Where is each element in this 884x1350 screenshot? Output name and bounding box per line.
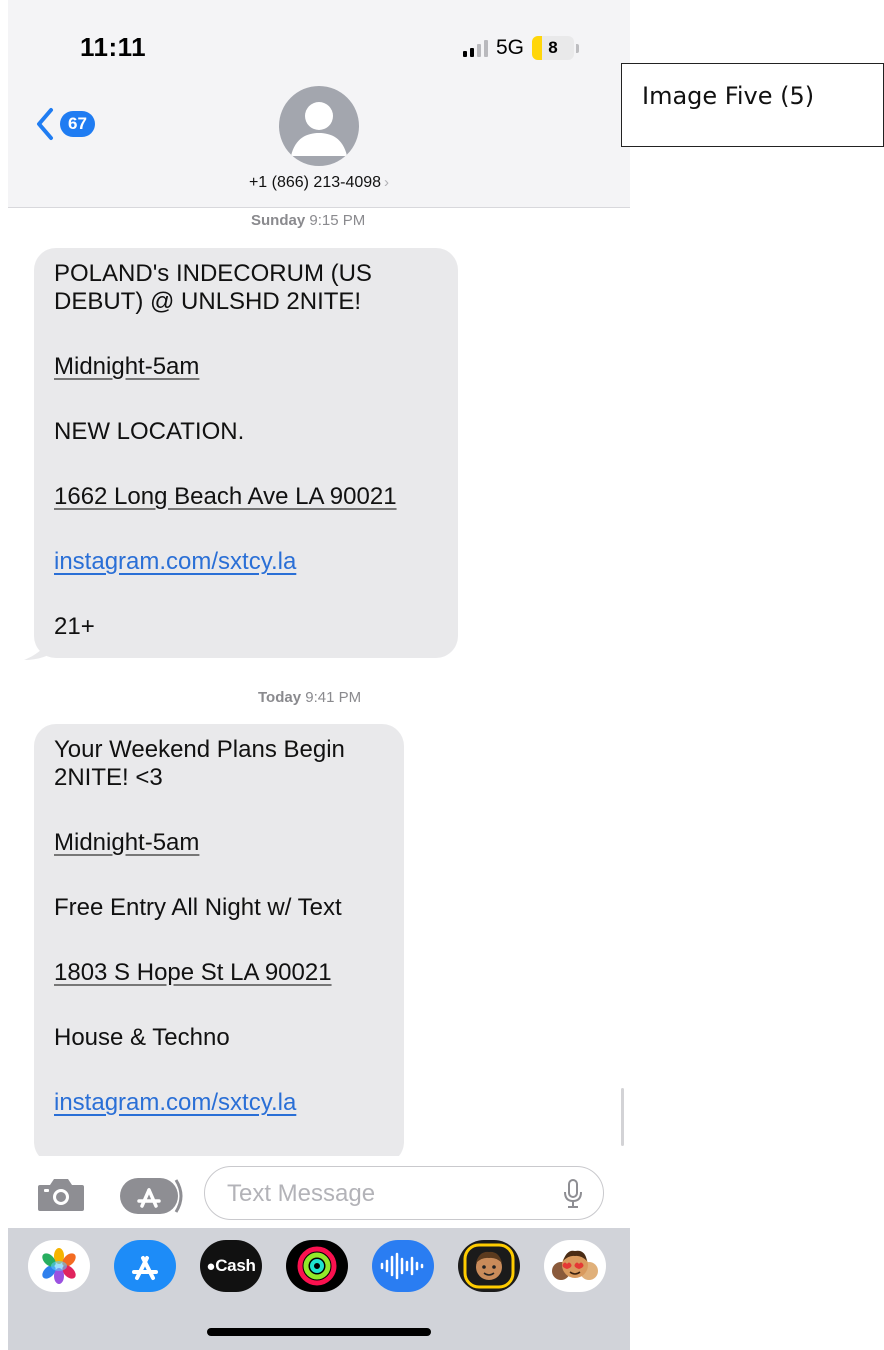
app-store-icon[interactable] bbox=[114, 1240, 176, 1292]
message-text: 1803 S Hope St LA 90021 bbox=[54, 959, 386, 987]
scroll-indicator[interactable] bbox=[621, 1088, 624, 1146]
message-text: NEW LOCATION. bbox=[54, 418, 245, 445]
status-time: 11:11 bbox=[80, 32, 147, 62]
status-indicators: 5G 8 bbox=[463, 34, 580, 62]
message-text: POLAND's INDECORUM (US DEBUT) @ UNLSHD 2… bbox=[54, 260, 372, 315]
message-timestamp: Today 9:41 PM bbox=[258, 689, 362, 706]
message-bubble-incoming[interactable]: Your Weekend Plans Begin 2NITE! <3 Midni… bbox=[34, 724, 404, 1164]
address-link[interactable]: 1662 Long Beach Ave LA 90021 bbox=[54, 483, 397, 510]
contact-number: +1 (866) 213-4098 bbox=[248, 174, 382, 191]
annotation-label: Image Five (5) bbox=[642, 82, 815, 110]
cash-app-icon[interactable]: ●Cash bbox=[200, 1240, 262, 1292]
battery-tip bbox=[576, 43, 580, 53]
message-text: Your Weekend Plans Begin 2NITE! <3 bbox=[54, 736, 345, 791]
person-icon bbox=[291, 102, 347, 156]
instagram-link[interactable]: instagram.com/sxtcy.la bbox=[54, 1089, 296, 1116]
contact-avatar[interactable] bbox=[279, 86, 359, 166]
message-bubble-incoming[interactable]: POLAND's INDECORUM (US DEBUT) @ UNLSHD 2… bbox=[34, 248, 458, 658]
app-store-apps-icon[interactable] bbox=[118, 1176, 186, 1216]
time-range-detected[interactable]: Midnight-5am bbox=[54, 353, 199, 380]
message-text: Free Entry All Night w/ Text bbox=[54, 894, 342, 921]
home-indicator[interactable] bbox=[207, 1328, 431, 1336]
message-composer: Text Message bbox=[8, 1156, 630, 1228]
imessage-app-tray: ●Cash bbox=[8, 1228, 630, 1350]
image-annotation-box: Image Five (5) bbox=[621, 63, 884, 147]
message-text: Midnight-5am bbox=[54, 829, 386, 857]
battery-level: 8 bbox=[548, 38, 558, 57]
conversation-header: 11:11 5G 8 67 +1 (866) 213-4098 › bbox=[8, 0, 630, 208]
network-type: 5G bbox=[496, 36, 525, 59]
message-timestamp: Sunday 9:15 PM bbox=[251, 212, 366, 229]
fitness-icon[interactable] bbox=[286, 1240, 348, 1292]
battery-icon: 8 bbox=[532, 36, 575, 60]
memoji-icon[interactable] bbox=[458, 1240, 520, 1292]
cash-label: ●Cash bbox=[206, 1256, 256, 1275]
message-text: 1662 Long Beach Ave LA 90021 bbox=[54, 483, 440, 511]
animoji-stickers-icon[interactable] bbox=[544, 1240, 606, 1292]
message-text: 21+ bbox=[54, 613, 95, 640]
contact-name-button[interactable]: +1 (866) 213-4098 › bbox=[8, 174, 630, 192]
instagram-link[interactable]: instagram.com/sxtcy.la bbox=[54, 548, 296, 575]
chevron-right-icon: › bbox=[384, 174, 390, 191]
address-link[interactable]: 1803 S Hope St LA 90021 bbox=[54, 959, 332, 986]
time-range-detected[interactable]: Midnight-5am bbox=[54, 829, 199, 856]
camera-icon[interactable] bbox=[36, 1176, 86, 1212]
voice-memo-icon[interactable] bbox=[372, 1240, 434, 1292]
microphone-icon[interactable] bbox=[563, 1179, 583, 1209]
photos-icon[interactable] bbox=[28, 1240, 90, 1292]
phone-screen: 11:11 5G 8 67 +1 (866) 213-4098 › Sunday… bbox=[8, 0, 630, 1350]
signal-strength-icon bbox=[463, 39, 488, 57]
back-button[interactable]: 67 bbox=[34, 106, 95, 142]
message-text: Midnight-5am bbox=[54, 353, 440, 381]
input-placeholder: Text Message bbox=[227, 1180, 376, 1207]
message-text: instagram.com/sxtcy.la bbox=[54, 1089, 386, 1117]
message-text: House & Techno bbox=[54, 1024, 230, 1051]
text-message-input[interactable]: Text Message bbox=[204, 1166, 604, 1220]
chevron-left-icon bbox=[37, 108, 53, 140]
message-text: instagram.com/sxtcy.la bbox=[54, 548, 440, 576]
unread-count-badge: 67 bbox=[60, 111, 95, 137]
